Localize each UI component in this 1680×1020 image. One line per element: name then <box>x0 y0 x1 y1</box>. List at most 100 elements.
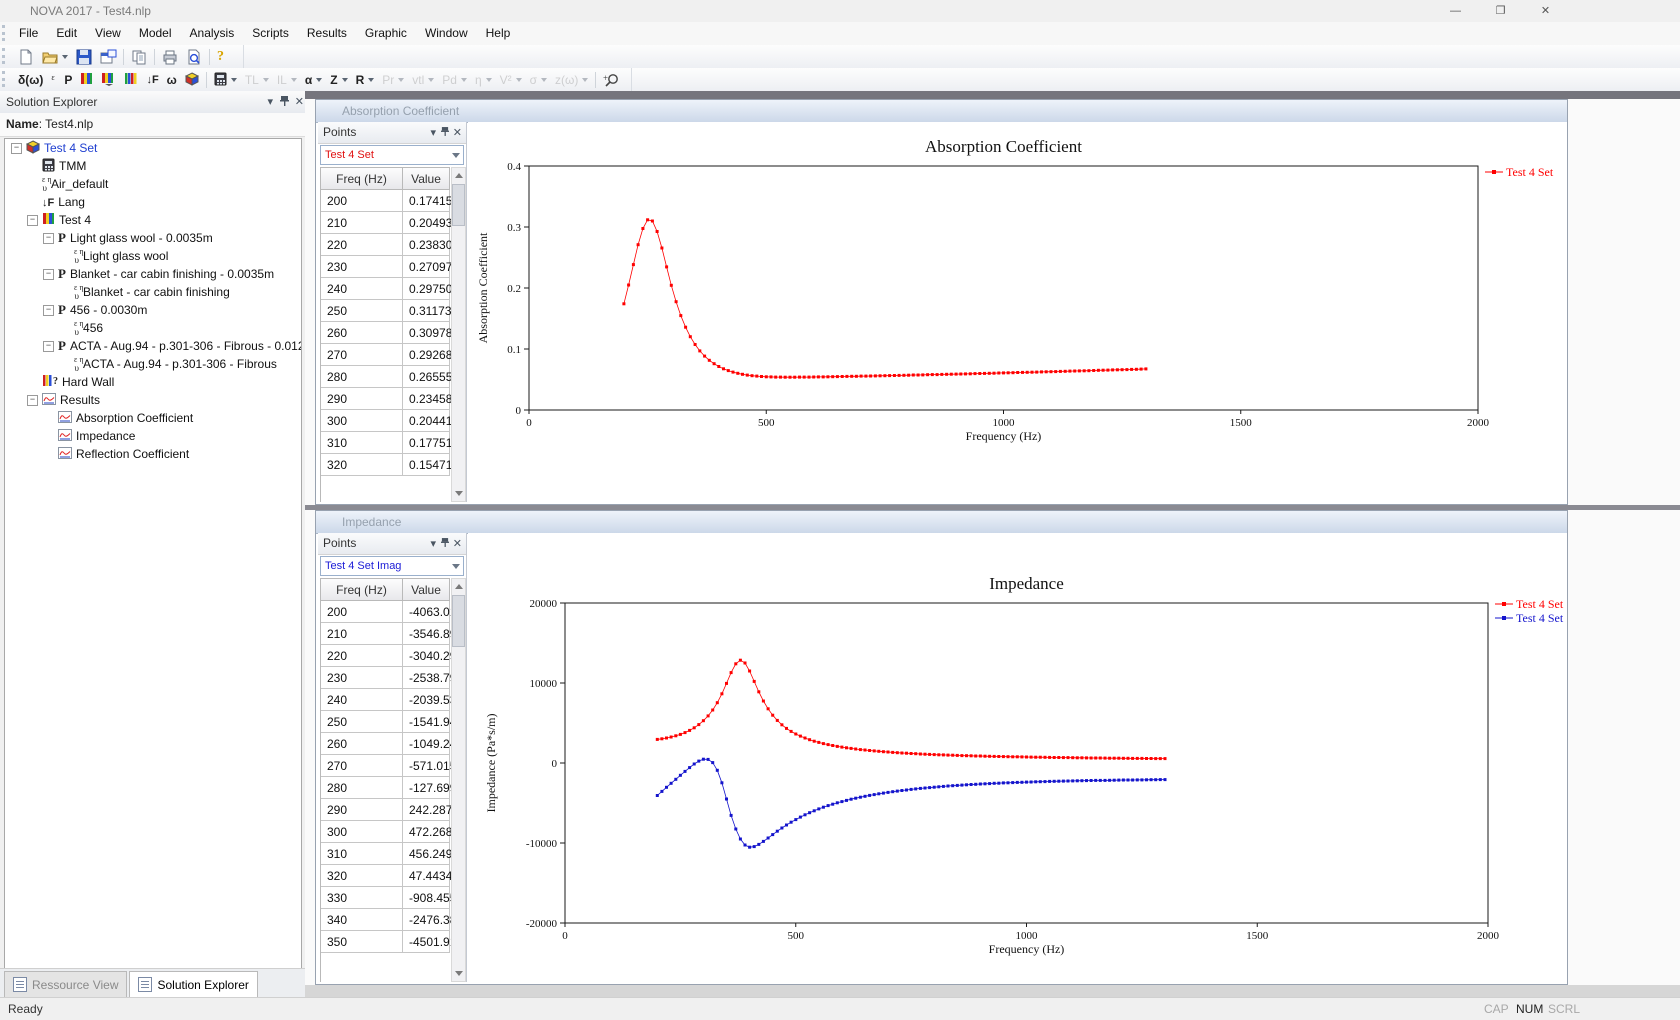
table-row[interactable]: 32047.4434 <box>321 865 450 887</box>
tab-solution-explorer[interactable]: Solution Explorer <box>129 971 257 997</box>
tree-item[interactable]: −Results <box>5 391 301 409</box>
dropdown-caret-icon[interactable] <box>398 78 404 82</box>
copy-button[interactable] <box>128 47 150 67</box>
table-row[interactable]: 230-2538.79 <box>321 667 450 689</box>
scroll-up-icon[interactable] <box>452 579 465 594</box>
tree-item[interactable]: −PACTA - Aug.94 - p.301-306 - Fibrous - … <box>5 337 301 355</box>
new-document-button[interactable] <box>15 47 37 67</box>
panel-menu-icon[interactable]: ▾ <box>267 95 273 109</box>
impedance-table-scrollbar[interactable] <box>451 578 466 982</box>
tool-porous-P-button[interactable]: P <box>61 70 75 90</box>
dropdown-caret-icon[interactable] <box>263 78 269 82</box>
absorption-window-titlebar[interactable]: Absorption Coefficient <box>316 100 1567 123</box>
tool-epsilon-material-button[interactable]: ε ηυ <box>48 70 59 90</box>
tool-layers-bars-button[interactable] <box>77 70 96 90</box>
tool-eta-button[interactable]: η <box>472 70 495 90</box>
tool-vtl-button[interactable]: vtl <box>409 70 437 90</box>
table-row[interactable]: 2900.234585 <box>321 388 450 410</box>
table-row[interactable]: 310456.249 <box>321 843 450 865</box>
menu-edit[interactable]: Edit <box>47 22 86 44</box>
tree-item[interactable]: ε ηυBlanket - car cabin finishing <box>5 283 301 301</box>
tool-z-omega-button[interactable]: z(ω) <box>552 70 591 90</box>
tree-item[interactable]: −Test 4 Set <box>5 139 301 157</box>
tree-item[interactable]: ε ηυAir_default <box>5 175 301 193</box>
table-row[interactable]: 2800.265556 <box>321 366 450 388</box>
menu-file[interactable]: File <box>10 22 47 44</box>
table-row[interactable]: 260-1049.24 <box>321 733 450 755</box>
column-header-freq[interactable]: Freq (Hz) <box>321 167 403 190</box>
table-row[interactable]: 240-2039.53 <box>321 689 450 711</box>
table-row[interactable]: 2200.238304 <box>321 234 450 256</box>
tool-calculator-button[interactable] <box>211 70 240 90</box>
minimize-button[interactable]: — <box>1433 0 1478 22</box>
tree-item[interactable]: −PLight glass wool - 0.0035m <box>5 229 301 247</box>
table-row[interactable]: 340-2476.38 <box>321 909 450 931</box>
dropdown-caret-icon[interactable] <box>342 78 348 82</box>
open-file-button[interactable] <box>39 47 71 67</box>
absorption-dataset-select[interactable]: Test 4 Set <box>320 145 464 165</box>
points-menu-icon[interactable]: ▾ <box>430 537 436 551</box>
column-header-value[interactable]: Value <box>403 578 450 601</box>
tree-item[interactable]: ↓FLang <box>5 193 301 211</box>
tool-IL-button[interactable]: IL <box>274 70 300 90</box>
impedance-dataset-select[interactable]: Test 4 Set Imag <box>320 556 464 576</box>
table-row[interactable]: 350-4501.91 <box>321 931 450 953</box>
tool-Z-button[interactable]: Z <box>327 70 350 90</box>
tool-lang-downF-button[interactable]: ↓F <box>143 70 161 90</box>
scroll-down-icon[interactable] <box>452 966 465 981</box>
dropdown-caret-icon[interactable] <box>582 78 588 82</box>
table-row[interactable]: 290242.287 <box>321 799 450 821</box>
close-panel-icon[interactable]: ✕ <box>295 95 304 109</box>
tool-alpha-button[interactable]: α <box>302 70 325 90</box>
menu-window[interactable]: Window <box>416 22 477 44</box>
dropdown-caret-icon[interactable] <box>486 78 492 82</box>
table-row[interactable]: 300472.268 <box>321 821 450 843</box>
tool-delta-omega-button[interactable]: δ(ω) <box>15 70 46 90</box>
tool-R-button[interactable]: R <box>353 70 378 90</box>
tree-item[interactable]: ε ηυLight glass wool <box>5 247 301 265</box>
tab-ressource-view[interactable]: Ressource View <box>4 971 127 997</box>
dropdown-caret-icon[interactable] <box>316 78 322 82</box>
tree-expander-icon[interactable]: − <box>43 269 54 280</box>
tree-expander-icon[interactable]: − <box>43 305 54 316</box>
menu-view[interactable]: View <box>86 22 130 44</box>
help-button[interactable]: ? <box>214 47 236 67</box>
impedance-window-titlebar[interactable]: Impedance <box>316 511 1567 534</box>
tool-omega-button[interactable]: ω <box>164 70 180 90</box>
tree-item[interactable]: ε ηυACTA - Aug.94 - p.301-306 - Fibrous <box>5 355 301 373</box>
tree-expander-icon[interactable]: − <box>27 215 38 226</box>
dropdown-caret-icon[interactable] <box>541 78 547 82</box>
tree-expander-icon[interactable]: − <box>43 341 54 352</box>
tree-item[interactable]: −P456 - 0.0030m <box>5 301 301 319</box>
print-button[interactable] <box>159 47 181 67</box>
menu-results[interactable]: Results <box>298 22 356 44</box>
table-row[interactable]: 2700.292682 <box>321 344 450 366</box>
tool-sigma-button[interactable]: σ <box>527 70 550 90</box>
table-row[interactable]: 2000.174155 <box>321 190 450 212</box>
dropdown-caret-icon[interactable] <box>461 78 467 82</box>
menu-scripts[interactable]: Scripts <box>243 22 298 44</box>
export-window-button[interactable] <box>97 47 119 67</box>
dropdown-caret-icon[interactable] <box>428 78 434 82</box>
tree-item[interactable]: Absorption Coefficient <box>5 409 301 427</box>
tree-expander-icon[interactable]: − <box>27 395 38 406</box>
dropdown-caret-icon[interactable] <box>368 78 374 82</box>
table-row[interactable]: 210-3546.89 <box>321 623 450 645</box>
scroll-down-icon[interactable] <box>452 486 465 501</box>
print-preview-button[interactable] <box>183 47 205 67</box>
absorption-table-scrollbar[interactable] <box>451 167 466 502</box>
points-close-icon[interactable]: ✕ <box>453 126 462 140</box>
points-pin-icon[interactable] <box>441 126 449 141</box>
menu-model[interactable]: Model <box>130 22 181 44</box>
table-row[interactable]: 2300.270972 <box>321 256 450 278</box>
table-row[interactable]: 250-1541.94 <box>321 711 450 733</box>
menu-graphic[interactable]: Graphic <box>356 22 416 44</box>
scroll-thumb[interactable] <box>452 184 465 226</box>
table-row[interactable]: 2100.204934 <box>321 212 450 234</box>
tree-expander-icon[interactable]: − <box>11 143 22 154</box>
dropdown-caret-icon[interactable] <box>62 55 68 59</box>
tree-item[interactable]: TMM <box>5 157 301 175</box>
scroll-up-icon[interactable] <box>452 168 465 183</box>
tool-layers-copy-button[interactable] <box>98 70 119 90</box>
tree-expander-icon[interactable]: − <box>43 233 54 244</box>
